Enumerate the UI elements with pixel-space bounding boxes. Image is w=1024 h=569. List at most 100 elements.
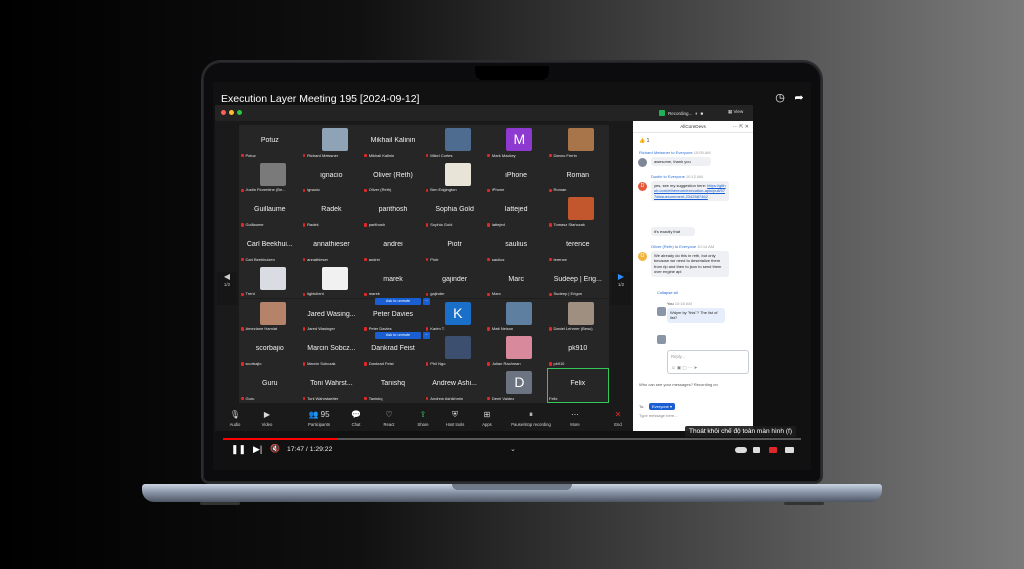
participant-tile[interactable]: Oliver (Reth) Oliver (Reth) [362, 159, 424, 195]
participant-tile[interactable]: marek marek [362, 263, 424, 299]
toolbar-pause-stop-recording-button[interactable]: ⏸ Pause/stop recording [511, 410, 551, 427]
collapse-all-link[interactable]: Collapse all [657, 290, 678, 295]
participant-tile[interactable]: Guru Guru [239, 367, 301, 403]
participant-tile[interactable]: gajinder gajinder [423, 263, 486, 299]
mic-muted-icon [425, 188, 429, 193]
participant-tile[interactable]: saulius saulius [485, 229, 547, 264]
reply-input[interactable]: Reply... ☺ ▣ ▢ ⋯ ➤ [667, 350, 749, 374]
participant-tile[interactable]: Ameziane Hamlat [239, 298, 301, 334]
participant-tile[interactable]: Tanishq Tanishq [362, 367, 424, 403]
participant-tile[interactable]: Ben Edgington [423, 159, 486, 195]
laptop-foot [784, 502, 824, 505]
mic-muted-icon [425, 257, 429, 262]
chat-panel: AllCoreDevs ··· ⇱ ✕ 👍 1 Richard Meissner… [633, 121, 753, 431]
recording-indicator[interactable]: Recording... ⏸ ■ [659, 108, 703, 118]
participant-tile[interactable]: Marcin Sobcz... Marcin Sobczak [300, 333, 363, 368]
ask-to-unmute-button[interactable]: Ask to unmute [375, 297, 421, 305]
participant-tile[interactable]: ignacio ignacio [300, 159, 363, 195]
chat-window-controls[interactable]: ··· ⇱ ✕ [733, 121, 749, 133]
participant-tile[interactable]: Andrew Ashi... Andrew Ashikhmin [423, 367, 486, 403]
recipient-dropdown[interactable]: Everyone ▾ [649, 403, 676, 410]
end-icon: ✕ [614, 410, 622, 419]
participant-tile[interactable]: Piotr Piotr [423, 229, 486, 264]
toolbar-video-button[interactable]: ▶ Video [247, 410, 287, 427]
participant-tile[interactable]: lattejed lattejed [485, 194, 547, 230]
ask-to-unmute-button[interactable]: Ask to unmute [375, 332, 421, 340]
watch-later-icon[interactable]: ◷ [774, 92, 786, 104]
participant-tile[interactable]: Radek Radek [300, 194, 363, 230]
participant-tile[interactable]: Marc Marc [485, 263, 547, 299]
participant-tile[interactable]: Mikel Cortes [423, 125, 486, 160]
participant-tile[interactable]: lightclient [300, 263, 363, 299]
view-button[interactable]: ▦ View [728, 109, 743, 115]
close-dot-icon[interactable] [221, 110, 226, 115]
participant-tile[interactable]: Mikhail Kalinin Mikhail Kalinin [362, 125, 424, 160]
minimize-dot-icon[interactable] [229, 110, 234, 115]
participant-tile[interactable]: Richard Meissner [300, 125, 363, 160]
participant-tile[interactable]: Julian Rachman [485, 333, 547, 368]
participant-tile[interactable]: M Mark Mackey [485, 125, 547, 160]
participant-tile[interactable]: andrei andrei [362, 229, 424, 264]
mic-muted-icon [241, 396, 244, 401]
exit-fullscreen-icon[interactable] [785, 447, 794, 453]
participant-tile[interactable]: Trent [239, 263, 301, 299]
next-page-button[interactable]: ▶ 1/2 [611, 272, 631, 305]
unmute-options-button[interactable]: ··· [423, 297, 430, 305]
participant-tile[interactable]: Jared Wasing... Jared Wasinger [300, 298, 363, 334]
unmute-options-button[interactable]: ··· [423, 332, 430, 340]
pause-button[interactable]: ❚❚ [231, 444, 246, 455]
next-button[interactable]: ▶| [253, 444, 262, 455]
toolbar-more-button[interactable]: ⋯ More [555, 410, 595, 427]
autoplay-toggle[interactable] [735, 447, 747, 453]
participant-tile[interactable]: iPhone iPhone [485, 159, 547, 195]
mute-icon[interactable]: 🔇 [270, 444, 280, 453]
stop-icon[interactable]: ■ [701, 111, 704, 116]
toolbar-participants-button[interactable]: 👥 95 Participants [299, 410, 339, 427]
participant-tile[interactable]: annathieser annathieser [300, 229, 363, 264]
prev-page-button[interactable]: ◀ 1/2 [217, 272, 237, 305]
participant-tile[interactable]: Phil Ngo [423, 333, 486, 368]
participant-tile[interactable]: Carl Beekhui... Carl Beekhuizen [239, 229, 301, 264]
participant-tile[interactable]: Matt Nelson [485, 298, 547, 334]
participant-display-name: Sudeep | Erig... [553, 275, 602, 283]
participant-tile[interactable]: pk910 pk910 [547, 333, 609, 368]
participant-tile[interactable]: K Karim T. [423, 298, 486, 334]
message-input[interactable]: Type message here... [639, 413, 677, 418]
video-player[interactable]: Execution Layer Meeting 195 [2024-09-12]… [213, 82, 811, 470]
subtitles-icon[interactable] [753, 447, 760, 453]
share-icon[interactable]: ➦ [793, 92, 805, 104]
participant-tile[interactable]: Roman Roman [547, 159, 609, 195]
settings-icon[interactable] [769, 447, 777, 453]
participant-tile[interactable]: Felix Felix [547, 367, 609, 403]
reply-tools-icon[interactable]: ☺ ▣ ▢ ⋯ ➤ [671, 365, 697, 371]
participant-name: Richard Meissner [302, 153, 338, 158]
participant-tile[interactable]: Sophia Gold Sophia Gold [423, 194, 486, 230]
participant-tile[interactable]: parithosh parithosh [362, 194, 424, 230]
recording-label: Recording... [668, 110, 693, 116]
participant-tile[interactable]: terence terence [547, 229, 609, 264]
toolbar-end-button[interactable]: ✕ End [598, 410, 638, 427]
participant-tile[interactable]: Daniel Lehrner (Besu) [547, 298, 609, 334]
mic-muted-icon [241, 188, 244, 193]
mic-muted-icon [487, 153, 490, 158]
progress-bar[interactable] [223, 438, 801, 440]
participant-tile[interactable]: Potuz Potuz [239, 125, 301, 160]
visibility-note[interactable]: Who can see your messages? Recording on [639, 382, 718, 387]
participant-tile[interactable]: Justin Florentine (Be... [239, 159, 301, 195]
participant-tile[interactable]: D Demi Valdez [485, 367, 547, 403]
participant-name: annathieser [302, 257, 328, 262]
chevron-down-icon[interactable]: ⌄ [510, 445, 516, 453]
participant-tile[interactable]: scorbajio scorbajio [239, 333, 301, 368]
participant-tile[interactable]: Guillaume Guillaume [239, 194, 301, 230]
toolbar-apps-button[interactable]: ⊞ Apps [467, 410, 507, 427]
participant-name: Peter Davies [364, 326, 392, 331]
participant-tile[interactable]: Toni Wahrst... Toni Wahrstaetter [300, 367, 363, 403]
participant-tile[interactable]: Danno Ferrin [547, 125, 609, 160]
participant-tile[interactable]: Tomasz Stańczak [547, 194, 609, 230]
thumbs-up-icon[interactable]: 👍 1 [639, 138, 649, 144]
pause-icon[interactable]: ⏸ [695, 111, 697, 116]
participant-tile[interactable]: Sudeep | Erig... Sudeep | Erigon [547, 263, 609, 299]
maximize-dot-icon[interactable] [237, 110, 242, 115]
participant-name: Demi Valdez [487, 396, 514, 401]
mic-muted-icon [364, 396, 367, 401]
